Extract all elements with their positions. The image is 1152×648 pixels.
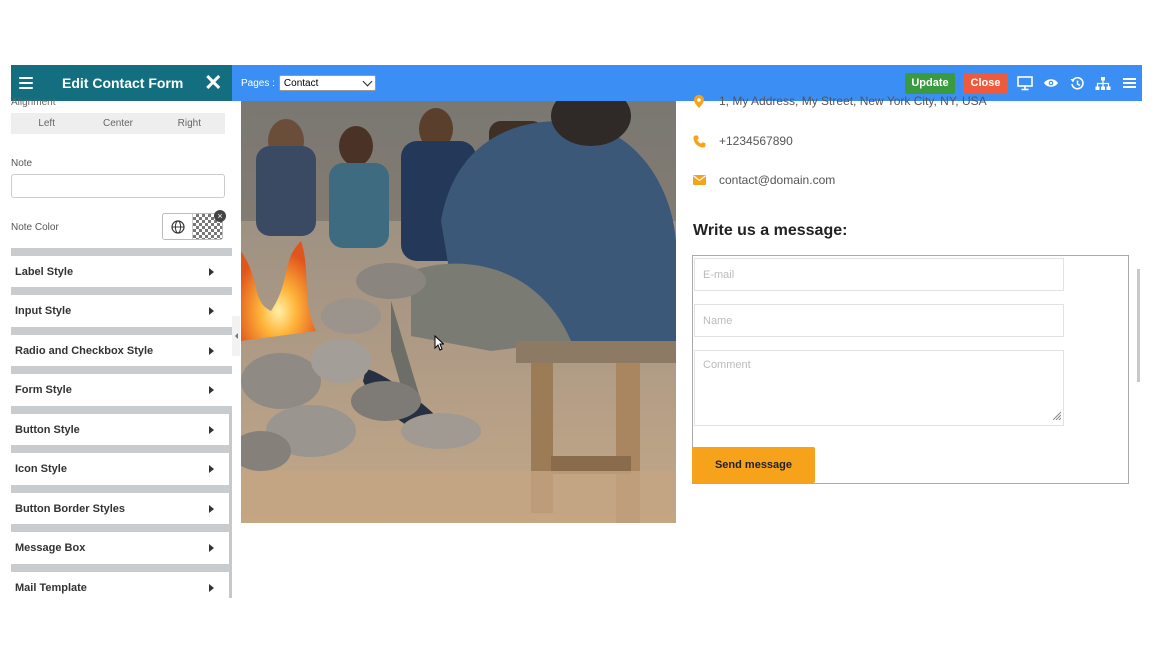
- transparent-color-swatch[interactable]: ×: [193, 210, 226, 239]
- alignment-label: Alignment: [11, 97, 56, 108]
- history-icon[interactable]: [1064, 65, 1090, 101]
- form-heading: Write us a message:: [693, 222, 848, 239]
- note-input[interactable]: [11, 174, 225, 198]
- phone-text: +1234567890: [719, 134, 793, 148]
- top-toolbar: Pages : Contact Update Close: [232, 65, 1142, 101]
- note-label: Note: [11, 158, 33, 169]
- section-label: Button Style: [15, 424, 80, 436]
- email-field[interactable]: E-mail: [694, 258, 1064, 291]
- section-label: Form Style: [15, 384, 72, 396]
- section-label: Button Border Styles: [15, 503, 126, 515]
- clear-color-icon[interactable]: ×: [214, 210, 226, 222]
- canvas-scrollbar[interactable]: [1136, 101, 1142, 598]
- note-color-picker[interactable]: ×: [162, 210, 226, 240]
- caret-right-icon: [209, 386, 214, 394]
- resize-handle-icon[interactable]: [1052, 411, 1062, 423]
- align-left-button[interactable]: Left: [11, 113, 82, 134]
- section-label: Mail Template: [15, 582, 87, 594]
- email-row: contact@domain.com: [692, 173, 835, 187]
- caret-right-icon: [209, 347, 214, 355]
- section-button-style[interactable]: Button Style: [11, 406, 232, 446]
- phone-icon: [692, 134, 706, 148]
- align-right-button[interactable]: Right: [154, 113, 225, 134]
- caret-right-icon: [209, 584, 214, 592]
- phone-row: +1234567890: [692, 134, 793, 148]
- section-mail-template[interactable]: Mail Template: [11, 564, 232, 598]
- mouse-cursor-icon: [434, 334, 445, 356]
- caret-right-icon: [209, 544, 214, 552]
- section-label: Input Style: [15, 305, 72, 317]
- section-label: Icon Style: [15, 463, 67, 475]
- address-row: 1, My Address, My Street, New York City,…: [692, 94, 987, 108]
- caret-right-icon: [209, 268, 214, 276]
- address-text: 1, My Address, My Street, New York City,…: [719, 94, 987, 108]
- sidebar-panel: Edit Contact Form ✕ Alignment Left Cente…: [11, 65, 232, 598]
- desktop-icon[interactable]: [1012, 65, 1038, 101]
- caret-right-icon: [209, 505, 214, 513]
- campfire-photo: [241, 101, 676, 523]
- comment-field[interactable]: Comment: [694, 350, 1064, 426]
- menu-icon[interactable]: [1116, 65, 1142, 101]
- section-radio-checkbox-style[interactable]: Radio and Checkbox Style: [11, 327, 232, 367]
- note-color-label: Note Color: [11, 222, 59, 233]
- section-label: Message Box: [15, 542, 86, 554]
- name-field[interactable]: Name: [694, 304, 1064, 337]
- sitemap-icon[interactable]: [1090, 65, 1116, 101]
- pages-selected-value: Contact: [283, 77, 319, 89]
- envelope-icon: [692, 173, 706, 187]
- hamburger-menu-icon[interactable]: [12, 65, 40, 101]
- close-icon[interactable]: ✕: [204, 72, 222, 94]
- update-button[interactable]: Update: [905, 72, 955, 94]
- section-message-box[interactable]: Message Box: [11, 524, 232, 564]
- globe-icon[interactable]: [163, 214, 193, 239]
- comment-placeholder: Comment: [703, 359, 751, 371]
- section-icon-style[interactable]: Icon Style: [11, 445, 232, 485]
- caret-right-icon: [209, 465, 214, 473]
- alignment-button-group: Left Center Right: [11, 113, 225, 134]
- close-button[interactable]: Close: [963, 72, 1008, 94]
- section-button-border-styles[interactable]: Button Border Styles: [11, 485, 232, 525]
- section-label-style[interactable]: Label Style: [11, 248, 232, 288]
- section-label: Label Style: [15, 266, 74, 278]
- send-message-button[interactable]: Send message: [692, 447, 815, 483]
- page-builder-window: Edit Contact Form ✕ Alignment Left Cente…: [0, 0, 1152, 648]
- sidebar-content: Alignment Left Center Right Note Note Co…: [11, 97, 232, 598]
- sidebar-title: Edit Contact Form: [62, 75, 184, 91]
- caret-right-icon: [209, 307, 214, 315]
- pages-select[interactable]: Contact: [278, 75, 376, 91]
- caret-right-icon: [209, 426, 214, 434]
- canvas-scrollbar-thumb[interactable]: [1137, 269, 1140, 382]
- chevron-down-icon: [362, 76, 373, 86]
- section-input-style[interactable]: Input Style: [11, 287, 232, 327]
- section-form-style[interactable]: Form Style: [11, 366, 232, 406]
- section-label: Radio and Checkbox Style: [15, 345, 154, 357]
- email-text: contact@domain.com: [719, 173, 836, 187]
- sidebar-collapse-toggle[interactable]: [232, 316, 240, 356]
- align-center-button[interactable]: Center: [82, 113, 153, 134]
- map-marker-icon: [692, 94, 706, 108]
- eye-icon[interactable]: [1038, 65, 1064, 101]
- sidebar-scrollbar[interactable]: [229, 413, 232, 598]
- sidebar-header: Edit Contact Form ✕: [11, 65, 232, 101]
- pages-label: Pages :: [241, 77, 275, 89]
